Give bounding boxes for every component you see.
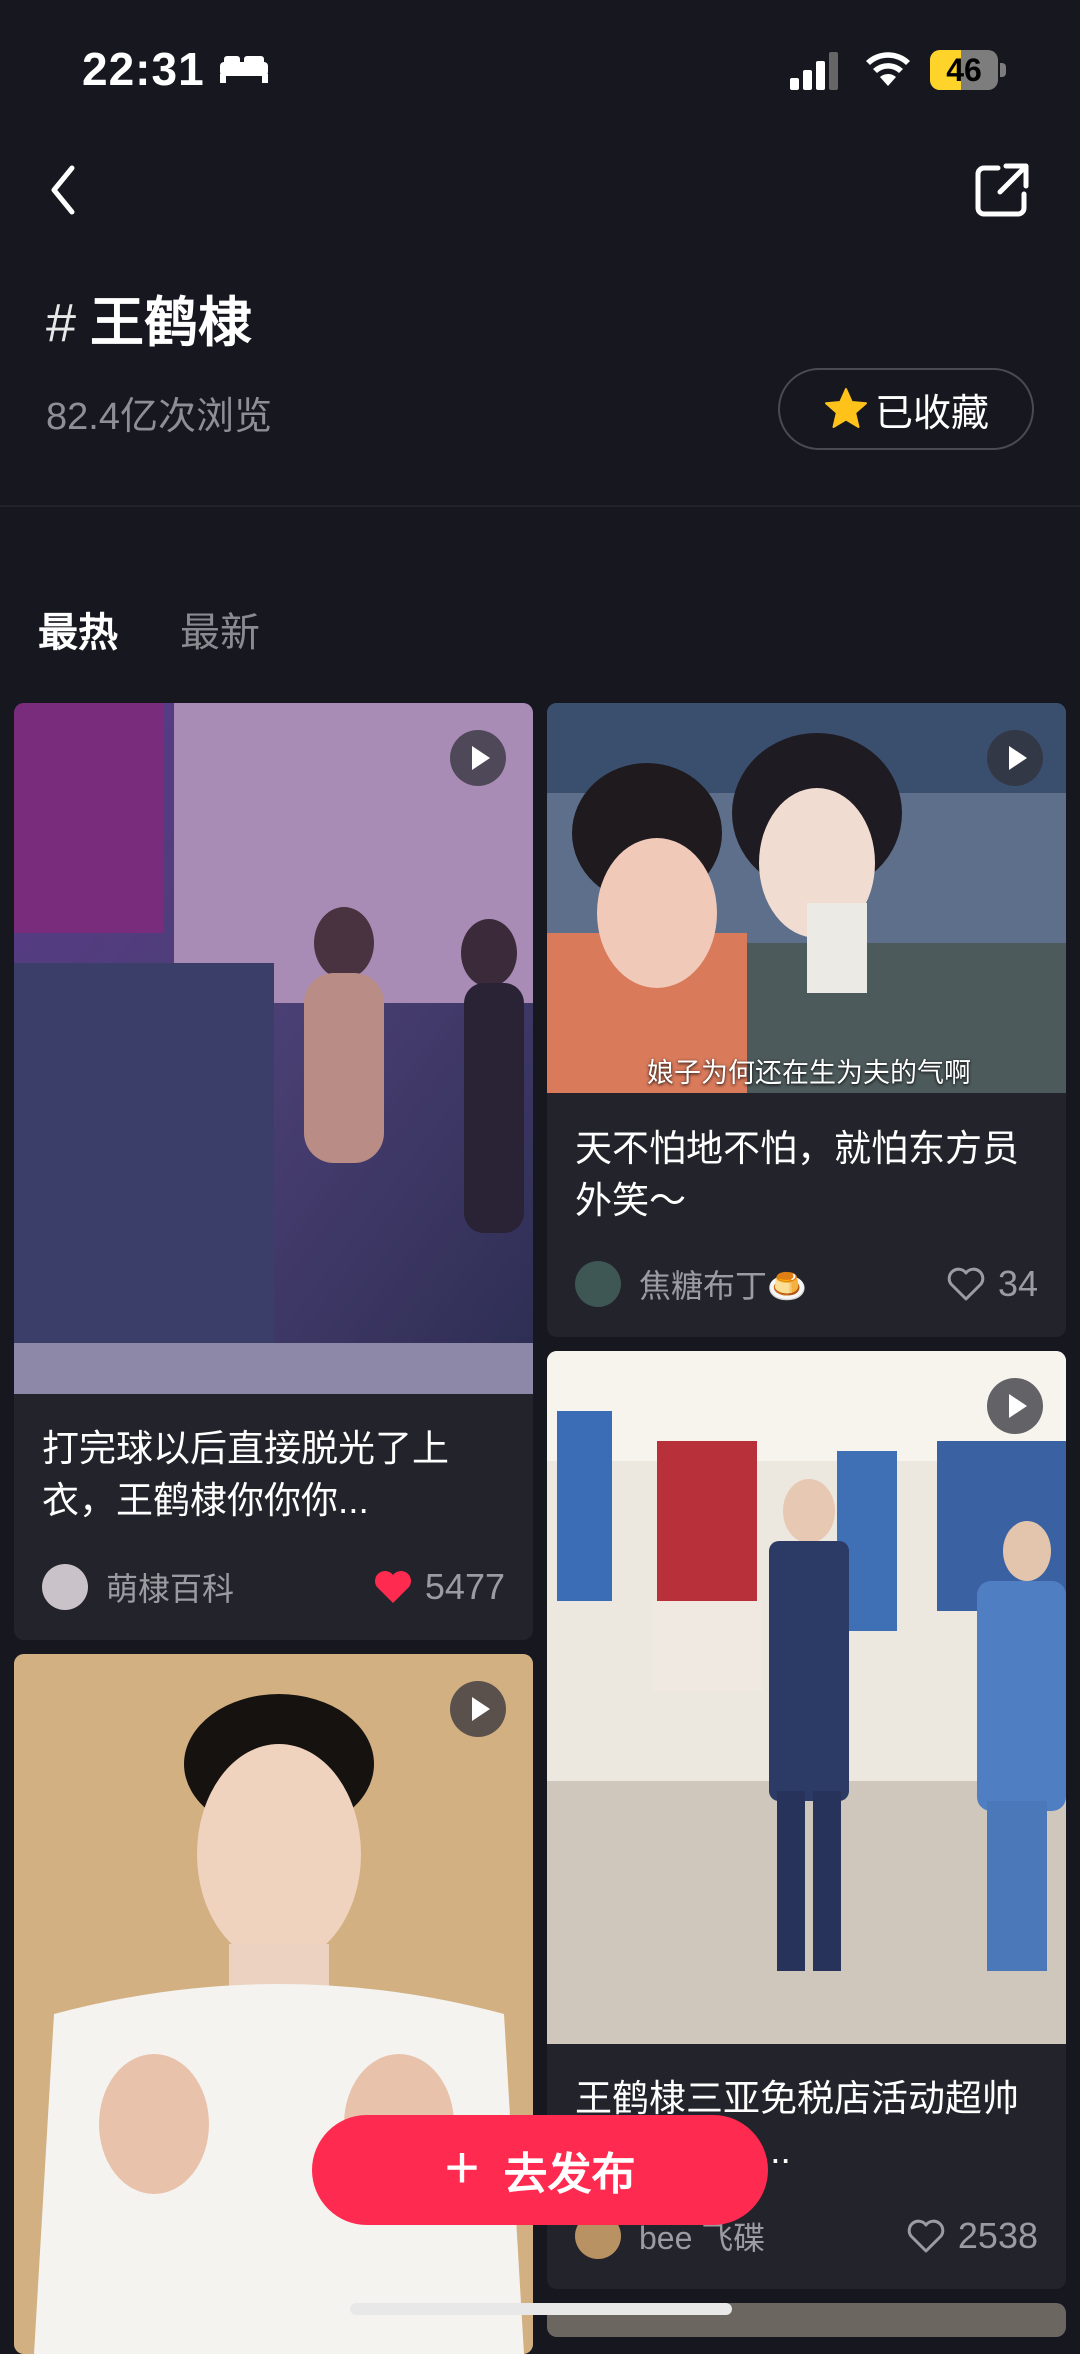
hash-symbol: # [46, 293, 77, 353]
favorite-label: 已收藏 [874, 392, 989, 435]
post-card[interactable]: 打完球以后直接脱光了上衣，王鹤棣你你你... 萌棣百科 5477 [14, 703, 533, 1640]
cellular-signal-icon [790, 52, 838, 90]
sleep-focus-icon [220, 56, 268, 83]
video-caption: 娘子为何还在生为夫的气啊 [647, 1058, 971, 1088]
author-name: 焦糖布丁🍮 [639, 1268, 807, 1304]
battery-percent: 46 [946, 52, 982, 88]
play-icon [450, 1681, 506, 1737]
topic-name: 王鹤棣 [90, 293, 253, 353]
avatar [42, 1564, 88, 1610]
wifi-icon [866, 52, 910, 86]
tab-hot[interactable]: 最热 [38, 600, 118, 658]
plus-icon: + [444, 2134, 480, 2201]
status-time: 22:31 [82, 43, 205, 95]
like-button[interactable]: 34 [946, 1263, 1038, 1305]
play-icon [450, 730, 506, 786]
publish-button[interactable]: + 去发布 [312, 2115, 768, 2225]
play-icon [987, 730, 1043, 786]
back-icon[interactable] [40, 160, 90, 220]
tab-new[interactable]: 最新 [180, 600, 260, 658]
share-icon[interactable] [972, 160, 1032, 220]
status-bar: 22:31 46 [0, 0, 1080, 140]
post-thumbnail [14, 703, 533, 1394]
post-title: 天不怕地不怕，就怕东方员外笑～ [575, 1128, 1019, 1221]
home-indicator[interactable] [350, 2303, 732, 2315]
author-name: 萌棣百科 [106, 1571, 235, 1607]
post-author[interactable]: 萌棣百科 [42, 1564, 234, 1610]
like-count: 34 [997, 1263, 1038, 1304]
post-thumbnail [14, 1654, 533, 2354]
post-card[interactable] [14, 1654, 533, 2354]
post-author[interactable]: 焦糖布丁🍮 [575, 1261, 807, 1307]
header-divider [0, 505, 1080, 507]
heart-outline-icon [907, 2219, 945, 2253]
heart-filled-icon [374, 1571, 411, 1603]
post-title: 打完球以后直接脱光了上衣，王鹤棣你你你... [42, 1428, 449, 1521]
like-button[interactable]: 2538 [906, 2215, 1038, 2257]
like-count: 2538 [957, 2215, 1038, 2256]
battery-icon: 46 [930, 48, 1008, 92]
heart-outline-icon [947, 1267, 985, 1301]
topic-title: # 王鹤棣 [46, 278, 252, 357]
post-thumbnail [547, 1351, 1066, 2044]
like-button[interactable]: 5477 [373, 1566, 505, 1608]
view-count: 82.4亿次浏览 [46, 396, 272, 438]
play-icon [987, 1378, 1043, 1434]
like-count: 5477 [424, 1566, 505, 1607]
favorite-button[interactable]: 已收藏 [778, 368, 1034, 450]
post-card[interactable]: 娘子为何还在生为夫的气啊 天不怕地不怕，就怕东方员外笑～ 焦糖布丁🍮 34 [547, 703, 1066, 1337]
star-icon [824, 388, 867, 428]
avatar [575, 1261, 621, 1307]
publish-label: 去发布 [503, 2150, 636, 2199]
